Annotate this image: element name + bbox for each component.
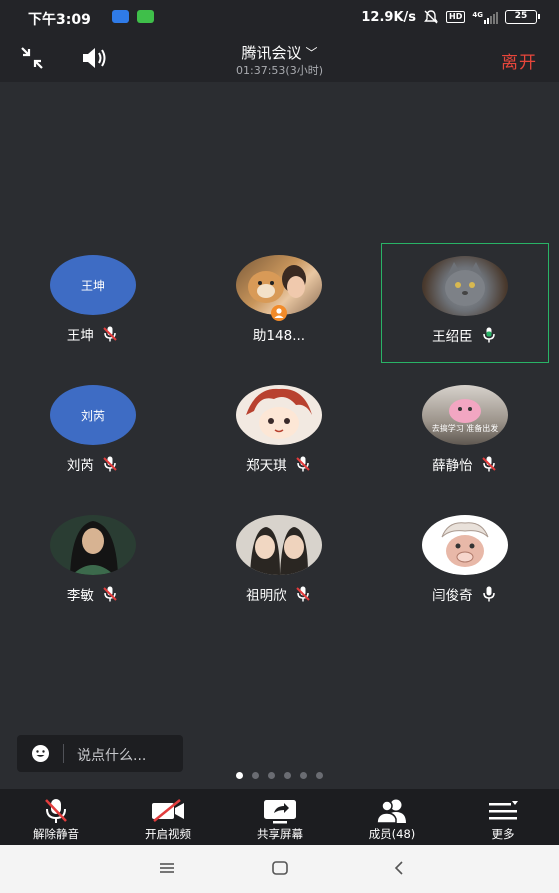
participant-tile[interactable]: 李敏 — [9, 503, 177, 623]
mute-bell-icon — [424, 10, 438, 24]
page-dot[interactable] — [268, 772, 275, 779]
mic-muted-icon — [296, 456, 310, 472]
avatar — [422, 515, 508, 575]
participant-name: 王坤 — [66, 328, 94, 344]
meeting-duration: 01:37:53(3小时) — [236, 64, 323, 77]
participant-tile[interactable]: 刘芮 刘芮 — [9, 373, 177, 493]
host-icon — [271, 305, 287, 321]
avatar-caption: 去搞学习 准备出发 — [432, 423, 499, 433]
share-screen-label: 共享屏幕 — [257, 827, 303, 841]
participant-tile[interactable]: 去搞学习 准备出发 薛静怡 — [381, 373, 549, 493]
battery-icon: 25 — [505, 10, 540, 24]
cat-photo — [445, 262, 485, 306]
avatar-initials: 王坤 — [80, 278, 105, 293]
participant-tile[interactable]: 闫俊奇 — [381, 503, 549, 623]
participant-tile[interactable]: 祖明欣 — [195, 503, 363, 623]
chevron-down-icon: ﹀ — [305, 46, 318, 60]
avatar — [236, 385, 322, 445]
participant-name: 郑天琪 — [246, 458, 287, 474]
home-icon[interactable] — [271, 859, 289, 877]
participant-name: 王绍臣 — [432, 329, 473, 345]
members-label: 成员(48) — [368, 827, 416, 841]
anime-avatar — [246, 388, 312, 439]
chat-input[interactable]: 说点什么... — [17, 735, 183, 772]
status-time: 下午3:09 — [28, 12, 91, 28]
chat-placeholder: 说点什么... — [77, 748, 147, 764]
mic-speaking-icon — [483, 327, 495, 343]
participant-tile[interactable]: 助148... — [195, 243, 363, 363]
emoji-icon[interactable] — [31, 744, 50, 763]
battery-level: 25 — [514, 11, 528, 21]
start-video-button[interactable]: 开启视频 — [112, 789, 224, 845]
avatar — [50, 515, 136, 575]
share-screen-icon — [264, 800, 296, 824]
avatar-initials: 刘芮 — [80, 408, 105, 423]
avatar: 去搞学习 准备出发 — [422, 385, 508, 445]
meeting-title-text: 腾讯会议 — [241, 44, 302, 62]
page-dot[interactable] — [284, 772, 291, 779]
status-bar: 下午3:09 12.9K/s HD 4G 25 — [0, 0, 559, 34]
page-dot[interactable] — [252, 772, 259, 779]
meeting-title[interactable]: 腾讯会议 ﹀ — [0, 42, 559, 63]
share-screen-button[interactable]: 共享屏幕 — [224, 789, 336, 845]
system-nav-bar — [0, 845, 559, 893]
cartoon-avatar — [441, 522, 489, 567]
app-notification-icon — [112, 10, 129, 23]
participant-tile-active-speaker[interactable]: 王绍臣 — [381, 243, 549, 363]
photo-avatar — [250, 527, 308, 575]
mic-muted-icon — [103, 456, 117, 472]
avatar: 刘芮 — [50, 385, 136, 445]
participant-name: 助148... — [252, 328, 306, 344]
members-icon — [376, 799, 406, 824]
participant-name: 祖明欣 — [246, 588, 287, 604]
more-menu-icon — [489, 801, 518, 820]
mic-muted-icon — [103, 586, 117, 602]
participant-name: 薛静怡 — [432, 458, 473, 474]
start-video-label: 开启视频 — [145, 827, 191, 841]
mic-muted-icon — [482, 456, 496, 472]
chat-divider — [63, 744, 64, 763]
illustration-avatar — [70, 521, 118, 575]
network-speed: 12.9K/s — [361, 9, 417, 25]
video-off-icon — [152, 799, 184, 822]
avatar — [422, 256, 508, 316]
members-button[interactable]: 成员(48) — [336, 789, 448, 845]
wechat-notification-icon — [137, 10, 154, 23]
meeting-header: 腾讯会议 ﹀ 01:37:53(3小时) 离开 — [0, 34, 559, 82]
signal-label: 4G — [472, 10, 483, 19]
mic-icon — [483, 586, 495, 602]
page-indicator — [0, 772, 559, 779]
mic-muted-icon — [103, 326, 117, 342]
unmute-label: 解除静音 — [33, 827, 79, 841]
avatar — [236, 515, 322, 575]
participant-name: 李敏 — [66, 588, 94, 604]
page-dot-active[interactable] — [236, 772, 243, 779]
kirby-photo: 去搞学习 准备出发 — [432, 399, 499, 433]
avatar: 王坤 — [50, 255, 136, 315]
page-dot[interactable] — [300, 772, 307, 779]
participant-name: 闫俊奇 — [432, 588, 473, 604]
participant-name: 刘芮 — [66, 458, 94, 474]
page-dot[interactable] — [316, 772, 323, 779]
more-label: 更多 — [491, 827, 515, 841]
leave-button[interactable]: 离开 — [501, 48, 537, 73]
participant-tile[interactable]: 郑天琪 — [195, 373, 363, 493]
more-button[interactable]: 更多 — [447, 789, 559, 845]
hd-badge: HD — [446, 11, 466, 23]
status-indicators: 12.9K/s HD 4G 25 — [361, 8, 540, 26]
meeting-toolbar: 解除静音 开启视频 共享屏幕 成员(48) 更多 — [0, 789, 559, 845]
mic-muted-icon — [296, 586, 310, 602]
mic-off-icon — [45, 799, 67, 823]
recent-apps-icon[interactable] — [158, 859, 176, 877]
participant-tile[interactable]: 王坤 王坤 — [9, 243, 177, 363]
signal-icon: 4G — [472, 11, 498, 24]
unmute-button[interactable]: 解除静音 — [0, 789, 112, 845]
back-icon[interactable] — [390, 859, 408, 877]
